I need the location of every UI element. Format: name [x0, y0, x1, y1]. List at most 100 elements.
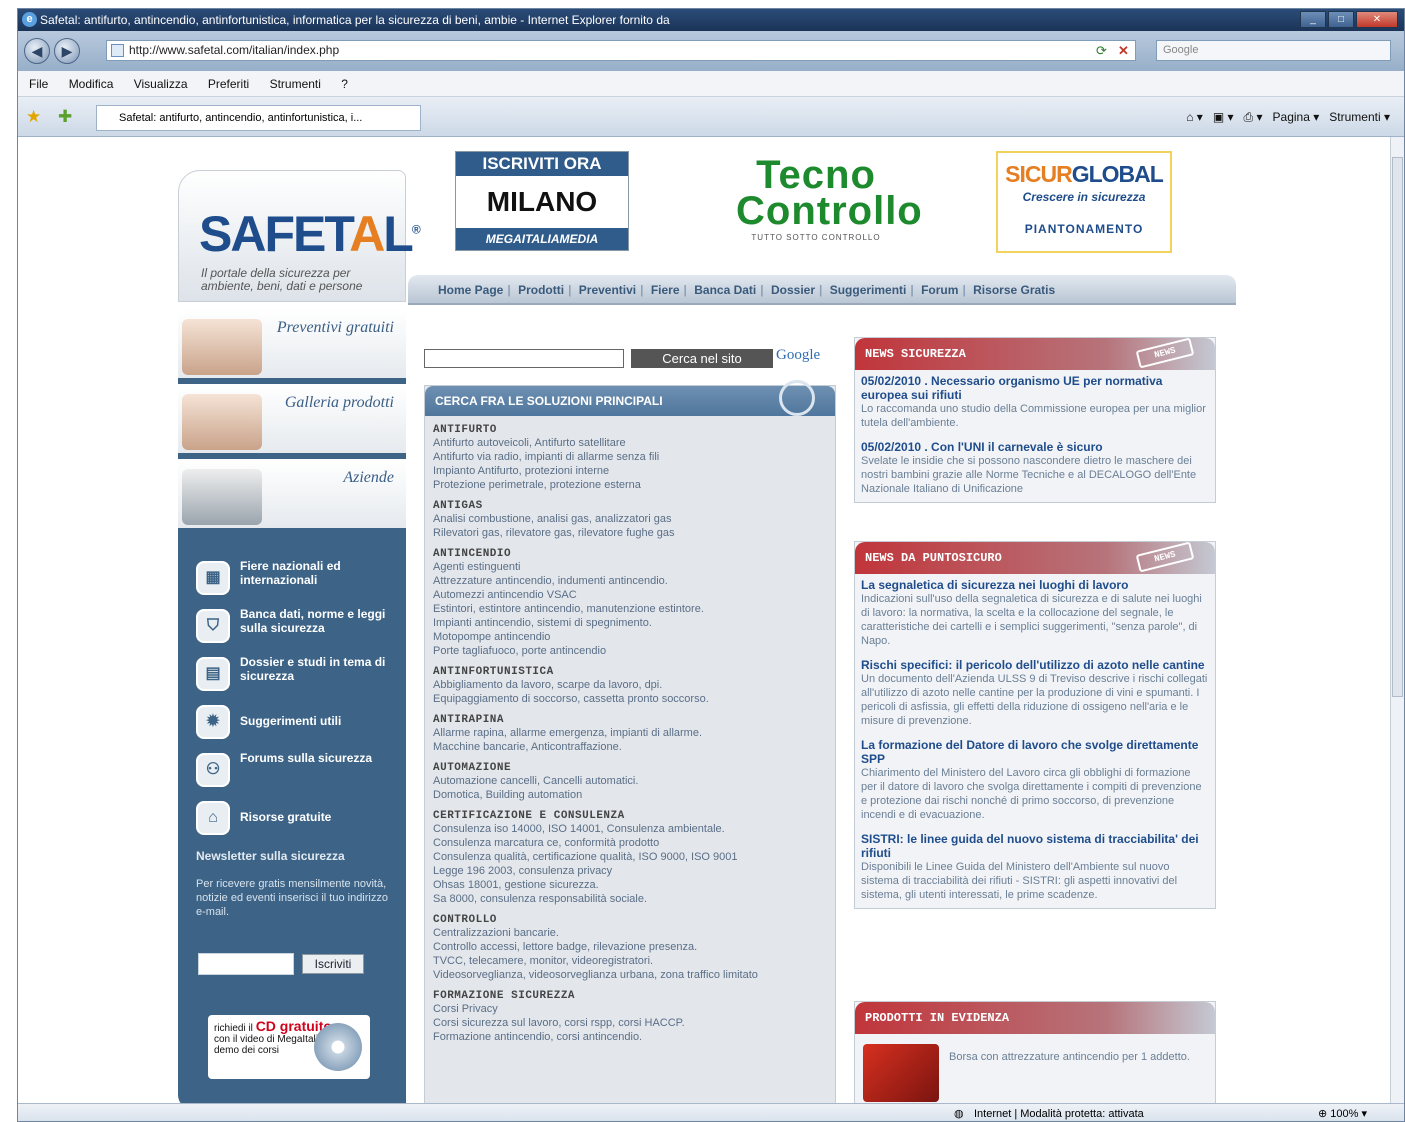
category-link[interactable]: Rilevatori gas, rilevatore gas, rilevato…: [433, 526, 827, 540]
news-item-title[interactable]: Rischi specifici: il pericolo dell'utili…: [861, 658, 1209, 672]
newsletter-subscribe-button[interactable]: Iscriviti: [302, 954, 364, 974]
category-link[interactable]: TVCC, telecamere, monitor, videoregistra…: [433, 954, 827, 968]
back-button[interactable]: ◀: [24, 38, 50, 64]
nav-prodotti[interactable]: Prodotti: [518, 283, 564, 297]
link-dossier[interactable]: ▤ Dossier e studi in tema di sicurezza: [196, 655, 396, 695]
security-zone[interactable]: Internet | Modalità protetta: attivata: [974, 1104, 1144, 1121]
category-link[interactable]: Automezzi antincendio VSAC: [433, 588, 827, 602]
category-link[interactable]: Macchine bancarie, Anticontraffazione.: [433, 740, 827, 754]
category-link[interactable]: Antifurto via radio, impianti di allarme…: [433, 450, 827, 464]
news-item-title[interactable]: SISTRI: le linee guida del nuovo sistema…: [861, 832, 1209, 860]
nav-suggerimenti[interactable]: Suggerimenti: [830, 283, 907, 297]
minimize-button[interactable]: _: [1300, 11, 1326, 28]
category-link[interactable]: Impianto Antifurto, protezioni interne: [433, 464, 827, 478]
link-banca-dati[interactable]: ⛉ Banca dati, norme e leggi sulla sicurez…: [196, 607, 396, 647]
category-link[interactable]: Sa 8000, consulenza responsabilità socia…: [433, 892, 827, 906]
category-title[interactable]: FORMAZIONE SICUREZZA: [433, 990, 827, 1002]
refresh-icon[interactable]: ⟳: [1096, 43, 1107, 59]
category-title[interactable]: ANTIRAPINA: [433, 714, 827, 726]
category-link[interactable]: Motopompe antincendio: [433, 630, 827, 644]
menu-preferiti[interactable]: Preferiti: [208, 77, 249, 91]
site-search-button[interactable]: Cerca nel sito: [631, 349, 773, 368]
close-button[interactable]: ✕: [1356, 11, 1398, 28]
nav-home[interactable]: Home Page: [438, 283, 503, 297]
news-item-title[interactable]: La formazione del Datore di lavoro che s…: [861, 738, 1209, 766]
zoom-control[interactable]: ⊕ 100% ▾: [1318, 1104, 1367, 1121]
category-link[interactable]: Protezione perimetrale, protezione ester…: [433, 478, 827, 492]
promo-aziende[interactable]: Aziende: [178, 459, 406, 531]
page-menu[interactable]: Pagina ▾: [1273, 110, 1320, 124]
banner-milano[interactable]: ISCRIVITI ORA MILANO MEGAITALIAMEDIA: [455, 151, 629, 251]
category-link[interactable]: Equipaggiamento di soccorso, cassetta pr…: [433, 692, 827, 706]
nav-dossier[interactable]: Dossier: [771, 283, 815, 297]
product-item[interactable]: Borsa con attrezzature antincendio per 1…: [855, 1034, 1215, 1103]
url-field[interactable]: http://www.safetal.com/italian/index.php: [106, 40, 1136, 61]
promo-preventivi[interactable]: Preventivi gratuiti: [178, 309, 406, 381]
menu-strumenti[interactable]: Strumenti: [270, 77, 321, 91]
nav-fiere[interactable]: Fiere: [651, 283, 680, 297]
category-link[interactable]: Consulenza iso 14000, ISO 14001, Consule…: [433, 822, 827, 836]
category-link[interactable]: Attrezzature antincendio, indumenti anti…: [433, 574, 827, 588]
category-title[interactable]: CERTIFICAZIONE E CONSULENZA: [433, 810, 827, 822]
nav-forum[interactable]: Forum: [921, 283, 958, 297]
category-link[interactable]: Consulenza marcatura ce, conformità prod…: [433, 836, 827, 850]
category-link[interactable]: Porte tagliafuoco, porte antincendio: [433, 644, 827, 658]
category-title[interactable]: AUTOMAZIONE: [433, 762, 827, 774]
favorites-star-icon[interactable]: ★: [26, 107, 41, 127]
banner-sicurglobal[interactable]: SICURGLOBAL Crescere in sicurezza PIANTO…: [996, 151, 1172, 253]
category-link[interactable]: Corsi Privacy: [433, 1002, 827, 1016]
category-link[interactable]: Analisi combustione, analisi gas, analiz…: [433, 512, 827, 526]
search-input[interactable]: Google: [1156, 40, 1391, 61]
category-link[interactable]: Abbigliamento da lavoro, scarpe da lavor…: [433, 678, 827, 692]
category-link[interactable]: Controllo accessi, lettore badge, rileva…: [433, 940, 827, 954]
category-link[interactable]: Formazione antincendio, corsi antincendi…: [433, 1030, 827, 1044]
home-icon[interactable]: ⌂ ▾: [1186, 110, 1203, 124]
scrollbar-thumb[interactable]: [1392, 157, 1403, 697]
safetal-logo[interactable]: SAFETAL®: [199, 205, 421, 263]
category-link[interactable]: Automazione cancelli, Cancelli automatic…: [433, 774, 827, 788]
nav-risorse-gratis[interactable]: Risorse Gratis: [973, 283, 1055, 297]
link-suggerimenti[interactable]: ✹ Suggerimenti utili: [196, 703, 396, 743]
promo-galleria[interactable]: Galleria prodotti: [178, 384, 406, 456]
site-search-input[interactable]: [424, 349, 624, 368]
nav-banca-dati[interactable]: Banca Dati: [694, 283, 756, 297]
category-link[interactable]: Impianti antincendio, sistemi di spegnim…: [433, 616, 827, 630]
category-link[interactable]: Consulenza qualità, certificazione quali…: [433, 850, 827, 864]
news-item-title[interactable]: 05/02/2010 . Necessario organismo UE per…: [861, 374, 1209, 402]
newsletter-email-input[interactable]: [198, 953, 294, 975]
feeds-icon[interactable]: ▣ ▾: [1213, 110, 1234, 124]
print-icon[interactable]: ⎙ ▾: [1244, 110, 1263, 124]
menu-visualizza[interactable]: Visualizza: [134, 77, 188, 91]
category-link[interactable]: Legge 196 2003, consulenza privacy: [433, 864, 827, 878]
category-link[interactable]: Antifurto autoveicoli, Antifurto satelli…: [433, 436, 827, 450]
add-favorite-icon[interactable]: ✚: [58, 107, 72, 127]
cd-promo[interactable]: richiedi il CD gratuito con il video di …: [208, 1015, 370, 1079]
link-forums[interactable]: ⚇ Forums sulla sicurezza: [196, 751, 396, 791]
maximize-button[interactable]: □: [1328, 11, 1354, 28]
tab-safetal[interactable]: Safetal: antifurto, antincendio, antinfo…: [96, 105, 421, 131]
forward-button[interactable]: ▶: [54, 38, 80, 64]
nav-preventivi[interactable]: Preventivi: [579, 283, 636, 297]
category-title[interactable]: ANTIFURTO: [433, 424, 827, 436]
category-title[interactable]: ANTIGAS: [433, 500, 827, 512]
news-item-title[interactable]: 05/02/2010 . Con l'UNI il carnevale è si…: [861, 440, 1209, 454]
menu-file[interactable]: File: [29, 77, 48, 91]
news-item-title[interactable]: La segnaletica di sicurezza nei luoghi d…: [861, 578, 1209, 592]
category-link[interactable]: Allarme rapina, allarme emergenza, impia…: [433, 726, 827, 740]
link-fiere[interactable]: ▦ Fiere nazionali ed internazionali: [196, 559, 396, 599]
category-title[interactable]: CONTROLLO: [433, 914, 827, 926]
category-link[interactable]: Centralizzazioni bancarie.: [433, 926, 827, 940]
category-link[interactable]: Videosorveglianza, videosorveglianza urb…: [433, 968, 827, 982]
stop-icon[interactable]: ✕: [1118, 43, 1129, 59]
category-link[interactable]: Agenti estinguenti: [433, 560, 827, 574]
category-title[interactable]: ANTINCENDIO: [433, 548, 827, 560]
vertical-scrollbar[interactable]: [1390, 137, 1404, 1103]
category-link[interactable]: Estintori, estintore antincendio, manute…: [433, 602, 827, 616]
banner-tecnocontrollo[interactable]: Tecno Controllo TUTTO SOTTO CONTROLLO: [736, 155, 922, 257]
menu-help[interactable]: ?: [341, 77, 348, 91]
category-title[interactable]: ANTINFORTUNISTICA: [433, 666, 827, 678]
menu-modifica[interactable]: Modifica: [69, 77, 114, 91]
category-link[interactable]: Domotica, Building automation: [433, 788, 827, 802]
link-risorse[interactable]: ⌂ Risorse gratuite: [196, 799, 396, 839]
category-link[interactable]: Ohsas 18001, gestione sicurezza.: [433, 878, 827, 892]
